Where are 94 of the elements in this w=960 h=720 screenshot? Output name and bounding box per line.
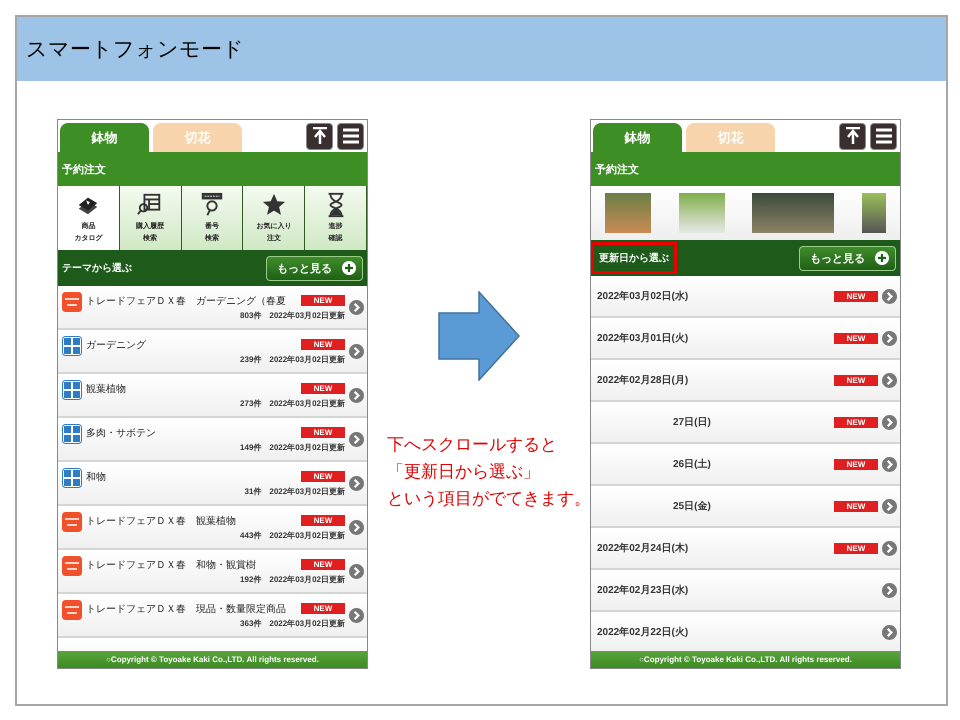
chevron-icon [882, 624, 897, 640]
plus-icon [875, 251, 889, 265]
chevron-icon [882, 456, 897, 472]
scroll-top-button[interactable] [839, 122, 866, 150]
photo-placeholder [862, 193, 886, 233]
item-meta: 149件 2022年03月02日更新 [240, 442, 345, 452]
new-badge: NEW [834, 416, 878, 428]
chevron-icon [882, 540, 897, 556]
new-badge: NEW [834, 332, 878, 344]
slide-title: スマートフォンモード [26, 37, 244, 63]
right-arrow-icon [438, 291, 520, 381]
item-meta: 239件 2022年03月02日更新 [240, 354, 345, 364]
new-badge: NEW [834, 500, 878, 512]
item-title: 多肉・サボテン [86, 426, 156, 440]
copyright-footer: ○Copyright © Toyoake Kaki Co.,LTD. All rights reserved. [591, 651, 900, 668]
tag-icon [62, 380, 82, 400]
more-button[interactable]: もっと見る [799, 246, 896, 270]
tag-icon [62, 424, 82, 444]
date-text: 2022年03月01日(火) [596, 332, 690, 345]
chevron-icon [349, 344, 364, 358]
chevron-icon [349, 608, 364, 622]
date-text: 25日(金) [672, 500, 712, 513]
menu-button[interactable] [870, 122, 897, 150]
chevron-icon [349, 432, 364, 446]
section-title: 更新日から選ぶ [591, 242, 677, 274]
item-title: 観葉植物 [86, 382, 126, 396]
item-meta: 803件 2022年03月02日更新 [240, 310, 345, 320]
chevron-icon [349, 520, 364, 534]
callout-text: という項目がでてきます。 [387, 488, 591, 510]
more-button[interactable]: もっと見る [266, 256, 363, 280]
new-badge: NEW [834, 458, 878, 470]
page-header: 予約注文 [591, 152, 900, 186]
favorite-icon [260, 192, 287, 218]
callout-text: 「更新日から選ぶ」 [387, 461, 541, 483]
chevron-icon [882, 414, 897, 430]
new-badge: NEW [834, 542, 878, 554]
item-meta: 363件 2022年03月02日更新 [240, 618, 345, 628]
category-tab[interactable]: 鉢物 [60, 123, 149, 152]
menu-icon [874, 128, 892, 144]
category-tab[interactable]: 鉢物 [593, 123, 682, 152]
chevron-icon [882, 582, 897, 598]
item-meta: 31件 2022年03月02日更新 [244, 486, 345, 496]
page-header: 予約注文 [58, 152, 367, 186]
item-meta: 192件 2022年03月02日更新 [240, 574, 345, 584]
menu-button[interactable] [337, 122, 364, 150]
chevron-icon [349, 564, 364, 578]
date-text: 2022年03月02日(水) [596, 290, 690, 303]
chevron-icon [882, 498, 897, 514]
new-badge: NEW [301, 339, 345, 350]
new-badge: NEW [301, 295, 345, 306]
section-title: テーマから選ぶ [62, 262, 132, 275]
date-text: 2022年02月23日(水) [596, 584, 690, 597]
date-text: 2022年02月28日(月) [596, 374, 690, 387]
scroll-top-button[interactable] [306, 122, 333, 150]
new-badge: NEW [301, 471, 345, 482]
photo-placeholder [604, 193, 651, 233]
arrow-up-icon [312, 127, 328, 145]
tag-icon [62, 512, 82, 532]
new-badge: NEW [301, 383, 345, 394]
date-text: 27日(日) [672, 416, 712, 429]
item-meta: 443件 2022年03月02日更新 [240, 530, 345, 540]
chevron-icon [882, 288, 897, 304]
chevron-icon [882, 330, 897, 346]
date-text: 2022年02月22日(火) [596, 626, 690, 639]
item-title: 和物 [86, 470, 106, 484]
tag-icon [62, 556, 82, 576]
tag-icon [62, 336, 82, 356]
item-title: トレードフェアＤＸ春 現品・数量限定商品 [86, 602, 286, 616]
item-title: トレードフェアＤＸ春 ガーデニング（春夏 [86, 294, 286, 308]
tag-icon [62, 468, 82, 488]
new-badge: NEW [834, 374, 878, 386]
chevron-icon [882, 372, 897, 388]
new-badge: NEW [301, 427, 345, 438]
new-badge: NEW [834, 290, 878, 302]
menu-icon [342, 128, 360, 144]
chevron-icon [349, 388, 364, 402]
new-badge: NEW [301, 559, 345, 570]
chevron-icon [349, 476, 364, 490]
tag-icon [62, 292, 82, 312]
new-badge: NEW [301, 515, 345, 526]
item-title: トレードフェアＤＸ春 観葉植物 [86, 514, 236, 528]
tag-icon [62, 600, 82, 620]
date-text: 2022年02月24日(木) [596, 542, 690, 555]
photo-placeholder [678, 193, 725, 233]
item-title: ガーデニング [86, 338, 146, 352]
item-title: トレードフェアＤＸ春 和物・観賞樹 [86, 558, 256, 572]
copyright-footer: ○Copyright © Toyoake Kaki Co.,LTD. All rights reserved. [58, 651, 367, 668]
plus-icon [342, 261, 356, 275]
date-text: 26日(土) [672, 458, 712, 471]
new-badge: NEW [301, 603, 345, 614]
chevron-icon [349, 300, 364, 314]
arrow-up-icon [844, 127, 860, 145]
callout-text: 下へスクロールすると [387, 434, 558, 456]
item-meta: 273件 2022年03月02日更新 [240, 398, 345, 408]
